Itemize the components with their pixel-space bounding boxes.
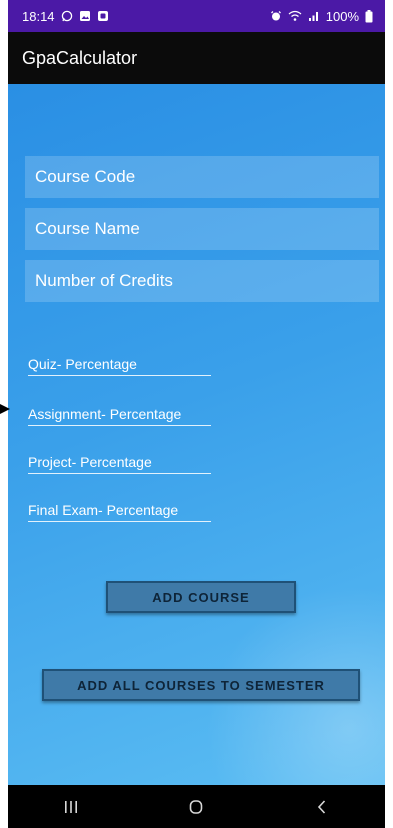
app-icon — [97, 10, 109, 22]
course-name-placeholder: Course Name — [35, 219, 140, 238]
add-all-courses-button[interactable]: ADD ALL COURSES TO SEMESTER — [42, 669, 360, 701]
quiz-percentage-input[interactable]: Quiz- Percentage — [28, 352, 211, 376]
course-code-placeholder: Course Code — [35, 167, 136, 186]
navigation-bar — [8, 785, 385, 828]
back-icon[interactable] — [302, 792, 342, 822]
recent-apps-icon[interactable] — [51, 792, 91, 822]
quiz-percentage-label: Quiz- Percentage — [28, 356, 137, 372]
app-title: GpaCalculator — [22, 47, 138, 68]
project-percentage-input[interactable]: Project- Percentage — [28, 450, 211, 474]
assignment-percentage-label: Assignment- Percentage — [28, 406, 182, 422]
app-bar: GpaCalculator — [8, 32, 385, 84]
add-all-courses-label: ADD ALL COURSES TO SEMESTER — [77, 677, 325, 693]
battery-icon — [365, 9, 373, 23]
phone-screen: 18:14 100% GpaCalculator Course Code Cou… — [0, 0, 393, 828]
gallery-icon — [79, 10, 91, 22]
wifi-icon — [288, 10, 302, 22]
status-left: 18:14 — [22, 9, 109, 24]
status-time: 18:14 — [22, 8, 55, 24]
credits-input[interactable]: Number of Credits — [25, 260, 379, 302]
main-content: Course Code Course Name Number of Credit… — [8, 84, 385, 785]
add-course-button[interactable]: ADD COURSE — [106, 581, 296, 613]
course-code-input[interactable]: Course Code — [25, 156, 379, 198]
pointer-arrow-icon — [0, 404, 10, 414]
status-right: 100% — [270, 9, 373, 24]
course-name-input[interactable]: Course Name — [25, 208, 379, 250]
final-exam-percentage-input[interactable]: Final Exam- Percentage — [28, 498, 211, 522]
signal-icon — [308, 10, 320, 22]
battery-percent: 100% — [325, 8, 359, 24]
credits-placeholder: Number of Credits — [35, 271, 173, 290]
assignment-percentage-input[interactable]: Assignment- Percentage — [28, 402, 211, 426]
project-percentage-label: Project- Percentage — [28, 454, 152, 470]
final-exam-percentage-label: Final Exam- Percentage — [28, 502, 179, 518]
whatsapp-icon — [61, 10, 73, 22]
alarm-icon — [270, 10, 282, 22]
status-bar: 18:14 100% — [8, 0, 385, 32]
home-icon[interactable] — [176, 792, 216, 822]
add-course-label: ADD COURSE — [152, 589, 250, 605]
